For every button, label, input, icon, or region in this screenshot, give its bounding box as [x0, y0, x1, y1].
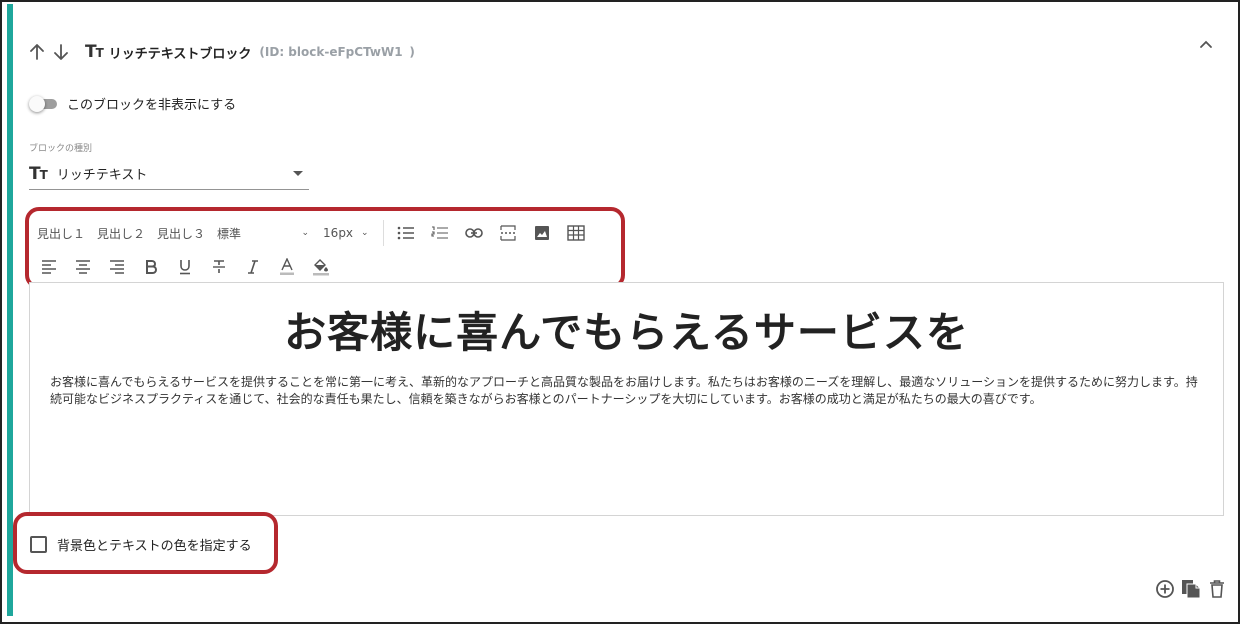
toggle-knob: [29, 95, 45, 112]
heading-2-button[interactable]: 見出し２: [97, 225, 145, 242]
align-right-icon[interactable]: [105, 255, 129, 279]
block-title: リッチテキストブロック: [108, 46, 252, 62]
toolbar-row-2: [37, 255, 343, 279]
image-icon[interactable]: [530, 221, 554, 245]
block-id-value: (ID: block-eFpCTwW1: [259, 45, 403, 59]
editor-body-text: お客様に喜んでもらえるサービスを提供することを常に第一に考え、革新的なアプローチ…: [50, 375, 1198, 406]
block-type-select[interactable]: TT リッチテキスト: [29, 158, 309, 190]
rich-text-editor[interactable]: お客様に喜んでもらえるサービスを お客様に喜んでもらえるサービスを提供することを…: [29, 282, 1224, 516]
table-icon[interactable]: [564, 221, 588, 245]
chevron-down-icon: ⌄: [361, 228, 369, 238]
add-circle-icon[interactable]: [1154, 578, 1176, 600]
hide-block-toggle[interactable]: [29, 95, 59, 112]
text-format-icon: TT: [85, 42, 104, 62]
page-frame: TT リッチテキストブロック (ID: block-eFpCTwW1) このブロ…: [0, 0, 1240, 624]
block-header: TT リッチテキストブロック (ID: block-eFpCTwW1): [27, 40, 415, 64]
font-size-value: 16px: [323, 226, 354, 240]
color-option-label: 背景色とテキストの色を指定する: [57, 539, 252, 554]
editor-heading: お客様に喜んでもらえるサービスを: [284, 308, 969, 357]
block-id: (ID: block-eFpCTwW1): [259, 45, 414, 59]
block-type-caption: ブロックの種別: [29, 144, 93, 154]
text-format-icon: TT: [29, 163, 48, 184]
block-id-close: ): [409, 45, 415, 59]
chevron-down-icon: ⌄: [301, 228, 310, 238]
numbered-list-icon[interactable]: [428, 221, 452, 245]
heading-1-button[interactable]: 見出し１: [37, 225, 85, 242]
heading-3-button[interactable]: 見出し３: [157, 225, 205, 242]
toolbar-divider: [382, 220, 384, 246]
block-actions: [1150, 578, 1228, 600]
align-left-icon[interactable]: [37, 255, 61, 279]
hide-block-label: このブロックを非表示にする: [67, 98, 237, 113]
collapse-chevron-up-icon[interactable]: [1196, 34, 1216, 54]
page-break-icon[interactable]: [496, 221, 520, 245]
dropdown-caret-icon: [293, 171, 303, 176]
color-option-row: 背景色とテキストの色を指定する: [30, 535, 252, 554]
font-size-select[interactable]: 16px ⌄: [323, 226, 369, 240]
underline-icon[interactable]: [173, 255, 197, 279]
paragraph-style-value: 標準: [217, 226, 242, 241]
visibility-toggle-row: このブロックを非表示にする: [29, 94, 236, 113]
paragraph-style-select[interactable]: 標準 ⌄: [217, 225, 309, 242]
link-icon[interactable]: [462, 221, 486, 245]
trash-icon[interactable]: [1206, 578, 1228, 600]
fill-color-icon[interactable]: [309, 255, 333, 279]
text-color-icon[interactable]: [275, 255, 299, 279]
rich-text-block-card: TT リッチテキストブロック (ID: block-eFpCTwW1) このブロ…: [13, 4, 1238, 616]
align-center-icon[interactable]: [71, 255, 95, 279]
color-option-checkbox[interactable]: [30, 536, 47, 553]
bulleted-list-icon[interactable]: [394, 221, 418, 245]
bold-icon[interactable]: [139, 255, 163, 279]
rich-text-toolbar: 見出し１ 見出し２ 見出し３ 標準 ⌄ 16px ⌄: [29, 210, 625, 286]
strikethrough-icon[interactable]: [207, 255, 231, 279]
copy-icon[interactable]: [1180, 578, 1202, 600]
toolbar-row-1: 見出し１ 見出し２ 見出し３ 標準 ⌄ 16px ⌄: [37, 220, 598, 246]
block-type-value: リッチテキスト: [56, 168, 148, 183]
italic-icon[interactable]: [241, 255, 265, 279]
move-down-icon[interactable]: [51, 41, 71, 63]
move-up-icon[interactable]: [27, 41, 47, 63]
